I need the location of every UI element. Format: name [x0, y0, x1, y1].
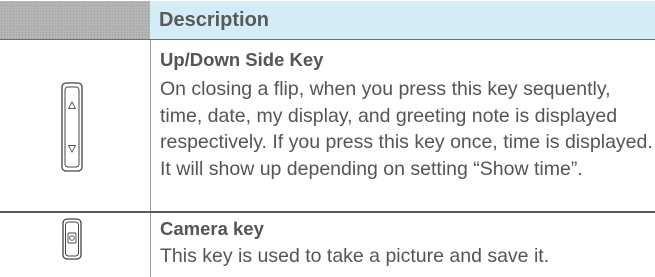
- table-row: Camera key This key is used to take a pi…: [0, 213, 655, 277]
- row-description: This key is used to take a picture and s…: [160, 245, 550, 267]
- description-cell: Camera key This key is used to take a pi…: [150, 213, 655, 277]
- description-cell: Up/Down Side Key On closing a flip, when…: [150, 40, 655, 211]
- table-row: Up/Down Side Key On closing a flip, when…: [0, 40, 655, 213]
- key-description-table: Description Up/Down Side Key On closing …: [0, 0, 655, 277]
- row-title: Up/Down Side Key: [160, 49, 324, 70]
- header-description-column: Description: [150, 1, 655, 39]
- key-cell: [0, 40, 150, 211]
- header-key-column: [0, 1, 150, 39]
- row-title: Camera key: [160, 218, 264, 239]
- header-title: Description: [159, 9, 270, 31]
- key-cell: [0, 213, 150, 277]
- up-down-side-key-icon: [61, 82, 83, 172]
- row-description: On closing a flip, when you press this k…: [160, 78, 653, 180]
- table-header: Description: [0, 1, 655, 40]
- camera-key-icon: [62, 218, 82, 260]
